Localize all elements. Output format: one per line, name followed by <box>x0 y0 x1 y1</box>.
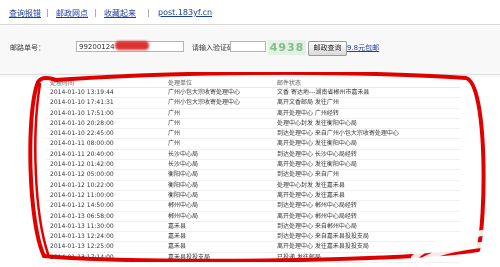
cell-time: 2014-01-12 10:22:00 <box>50 181 114 189</box>
cell-time: 2014-01-10 17:51:00 <box>50 109 114 117</box>
tracking-table: 处理时间 处理单位 邮件状态 2014-01-10 13:19:44 广州小包大宗… <box>46 76 460 266</box>
nav-separator: | <box>147 8 150 17</box>
cell-time: 2014-01-10 13:19:44 <box>50 89 114 96</box>
cell-time: 2014-01-10 22:45:00 <box>50 130 114 138</box>
cell-time: 2014-01-10 20:28:00 <box>50 119 114 127</box>
cell-status: 到达处理中心 来自郴州中心局 <box>277 222 357 230</box>
table-row: 2014-01-12 01:42:00 长沙中心局 离开处理中心 发往衡阳中心局 <box>46 160 460 171</box>
cell-time: 2014-01-11 20:40:00 <box>50 150 114 158</box>
cell-unit: 广州小包大宗收寄处理中心 <box>168 99 241 107</box>
cell-status: 到达处理中心 郴州中心局经转 <box>277 202 357 210</box>
table-row: 2014-01-11 08:00:00 广州 离开处理中心 发往衡阳中心局 <box>46 139 460 150</box>
cell-unit: 长沙中心局 <box>168 161 199 169</box>
query-button[interactable]: 邮政查询 <box>308 41 347 56</box>
cell-time: 2014-01-13 12:24:00 <box>50 233 114 241</box>
table-row: 2014-01-10 17:51:00 广州 离开处理中心 广州经转 <box>46 109 460 119</box>
cell-status: 处理中心封发 发往嘉禾县 <box>277 181 345 189</box>
cell-status: 已投递 发往邮局 <box>277 253 321 261</box>
cell-time: 2014-01-11 08:00:00 <box>50 140 114 148</box>
cell-status: 离开处理中心 发往衡阳中心局 <box>277 161 357 169</box>
table-body: 2014-01-10 13:19:44 广州小包大宗收寄处理中心 文香 寄达地---… <box>46 88 460 264</box>
nav-link-site-url[interactable]: post.183yf.cn <box>158 8 212 17</box>
table-row: 2014-01-13 12:24:00 嘉禾县 到达处理中心 来自嘉禾县投投支局 <box>46 232 460 243</box>
cell-unit: 广州 <box>168 130 181 138</box>
table-row: 2014-01-12 14:50:00 郴州中心局 到达处理中心 郴州中心局经转 <box>46 201 460 212</box>
table-row: 2014-01-12 05:00:00 衡阳中心局 到达处理中心 来自广州 <box>46 170 460 181</box>
cell-status: 到达处理中心 来自嘉禾县投投支局 <box>277 233 369 241</box>
table-row: 2014-01-12 10:22:00 衡阳中心局 处理中心封发 发往嘉禾县 <box>46 181 460 191</box>
cell-time: 2014-01-12 01:42:00 <box>50 161 114 169</box>
table-row: 2014-01-10 20:28:00 广州 处理中心封发 发往衡阳中心局 <box>46 119 460 130</box>
table-row: 2014-01-13 12:25:00 嘉禾县 离开处理中心 发往嘉禾县投投支局 <box>46 242 460 253</box>
cell-unit: 衡阳中心局 <box>168 171 199 179</box>
captcha-input[interactable] <box>230 41 266 52</box>
header-status: 邮件状态 <box>277 80 302 87</box>
nav-separator: | <box>94 8 97 17</box>
nav-link-report-error[interactable]: 查询报错 <box>9 8 41 19</box>
table-row: 2014-01-10 22:45:00 广州 到达处理中心 来自广州小包大宗收寄处理… <box>46 129 460 140</box>
search-bar: 邮路单号： 99200124 请输入验证码： <box>0 38 500 58</box>
cell-time: 2014-01-13 17:14:00 <box>50 253 114 261</box>
cell-status: 离开处理中心 发往嘉禾县 <box>277 191 345 199</box>
cell-unit: 嘉禾县 <box>168 222 187 230</box>
cell-time: 2014-01-12 14:50:00 <box>50 202 114 210</box>
table-row: 2014-01-12 11:00:00 衡阳中心局 离开处理中心 发往嘉禾县 <box>46 191 460 202</box>
table-row: 2014-01-13 11:30:00 嘉禾县 到达处理中心 来自郴州中心局 <box>46 222 460 233</box>
cell-time: 2014-01-13 11:30:00 <box>50 222 114 230</box>
cell-unit: 嘉禾县 <box>168 243 187 251</box>
header-time: 处理时间 <box>50 80 75 87</box>
cell-unit: 广州小包大宗收寄处理中心 <box>168 89 241 96</box>
tracking-number-label: 邮路单号： <box>10 44 45 52</box>
nav-separator: | <box>46 8 49 17</box>
cell-unit: 郴州中心局 <box>168 212 199 220</box>
table-row: 2014-01-10 17:41:31 广州小包大宗收寄处理中心 离开文香邮局 发往… <box>46 98 460 109</box>
cell-unit: 郴州中心局 <box>168 202 199 210</box>
cell-status: 处理中心封发 发往衡阳中心局 <box>277 119 357 127</box>
cell-time: 2014-01-13 06:58:00 <box>50 212 114 220</box>
cell-status: 到达处理中心 来自广州 <box>277 171 339 179</box>
search-divider <box>0 74 500 75</box>
cell-unit: 广州 <box>168 119 181 127</box>
promo-link[interactable]: 9.8元包邮 <box>347 43 379 53</box>
cell-status: 离开处理中心 发往嘉禾县投投支局 <box>277 243 369 251</box>
cell-status: 离开处理中心 发往衡阳中心局 <box>277 140 357 148</box>
cell-status: 离开文香邮局 发往广州 <box>277 99 339 107</box>
cell-time: 2014-01-10 17:41:31 <box>50 99 114 107</box>
table-row: 2014-01-11 20:40:00 长沙中心局 到达处理中心 长沙中心局经转 <box>46 150 460 161</box>
redaction-mark <box>115 41 149 50</box>
cell-status: 到达处理中心 长沙中心局经转 <box>277 150 357 158</box>
cell-status: 离开处理中心 郴州中心局经转 <box>277 212 357 220</box>
cell-status: 文香 寄达地---湖南省郴州市嘉禾县 <box>277 89 370 96</box>
header-unit: 处理单位 <box>168 80 193 87</box>
table-row: 2014-01-13 17:14:00 嘉禾县投投支局 已投递 发往邮局 <box>46 253 460 264</box>
top-navigation: 查询报错 | 邮政网点 | 收藏起来 | post.183yf.cn <box>0 0 500 22</box>
table-row: 2014-01-10 13:19:44 广州小包大宗收寄处理中心 文香 寄达地---… <box>46 88 460 99</box>
nav-link-bookmark[interactable]: 收藏起来 <box>104 8 136 19</box>
cell-time: 2014-01-13 12:25:00 <box>50 243 114 251</box>
cell-unit: 衡阳中心局 <box>168 181 199 189</box>
captcha-image[interactable]: 4938 <box>268 40 306 55</box>
cell-status: 离开处理中心 广州经转 <box>277 109 339 117</box>
cell-time: 2014-01-12 05:00:00 <box>50 171 114 179</box>
cell-unit: 嘉禾县投投支局 <box>168 253 211 261</box>
cell-unit: 嘉禾县 <box>168 233 187 241</box>
table-header: 处理时间 处理单位 邮件状态 <box>46 76 460 88</box>
table-row: 2014-01-13 06:58:00 郴州中心局 离开处理中心 郴州中心局经转 <box>46 212 460 222</box>
cell-unit: 长沙中心局 <box>168 150 199 158</box>
cell-status: 到达处理中心 来自广州小包大宗收寄处理中心 <box>277 130 399 138</box>
nav-divider <box>0 24 500 25</box>
cell-unit: 广州 <box>168 109 181 117</box>
cell-unit: 广州 <box>168 140 181 148</box>
cell-unit: 衡阳中心局 <box>168 191 199 199</box>
cell-time: 2014-01-12 11:00:00 <box>50 191 114 199</box>
nav-link-post-offices[interactable]: 邮政网点 <box>56 8 88 19</box>
